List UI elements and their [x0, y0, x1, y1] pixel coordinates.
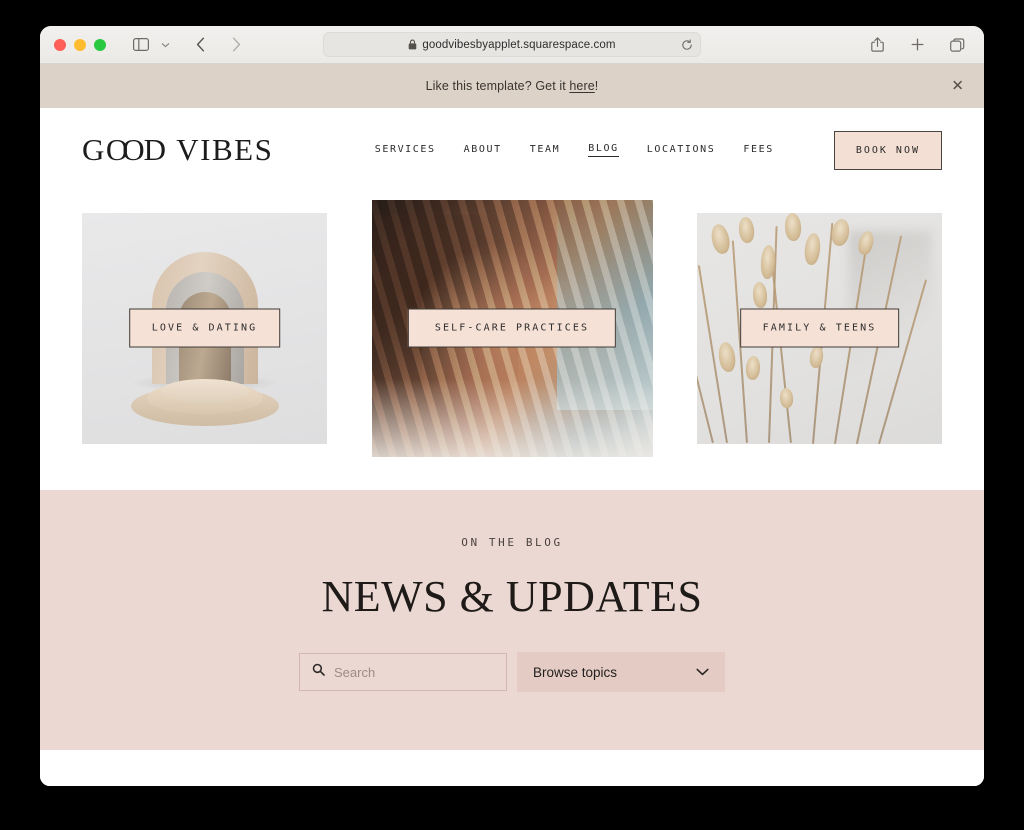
- grass-plume: [779, 387, 795, 409]
- podium-tier-3: [160, 378, 249, 403]
- desktop-backdrop: goodvibesbyapplet.squarespace.com Like t…: [0, 0, 1024, 830]
- category-card-love-dating[interactable]: LOVE & DATING: [82, 212, 327, 444]
- grass-plume: [708, 222, 732, 256]
- search-placeholder: Search: [334, 664, 376, 680]
- tabs-overview-icon[interactable]: [944, 33, 970, 57]
- grass-plume: [808, 345, 825, 370]
- close-icon[interactable]: ✕: [951, 79, 964, 94]
- promo-text-before: Like this template? Get it: [425, 79, 570, 93]
- address-bar[interactable]: goodvibesbyapplet.squarespace.com: [323, 32, 701, 57]
- forward-button[interactable]: [223, 33, 249, 57]
- book-now-button[interactable]: BOOK NOW: [833, 130, 942, 170]
- new-tab-icon[interactable]: [904, 33, 930, 57]
- site-header: GOO D VIBES SERVICES ABOUT TEAM BLOG LOCA…: [40, 108, 984, 192]
- grass-plume: [752, 281, 769, 309]
- category-label-family-teens[interactable]: FAMILY & TEENS: [739, 308, 900, 348]
- page-viewport: Like this template? Get it here! ✕ GOO D …: [40, 64, 984, 786]
- blog-section: ON THE BLOG NEWS & UPDATES Search Browse…: [40, 490, 984, 750]
- close-window-button[interactable]: [54, 38, 66, 51]
- site-navigation: SERVICES ABOUT TEAM BLOG LOCATIONS FEES …: [375, 130, 942, 170]
- promo-here-link[interactable]: here: [569, 79, 594, 93]
- grass-plume: [784, 212, 802, 241]
- blog-eyebrow: ON THE BLOG: [461, 536, 563, 549]
- browse-topics-label: Browse topics: [533, 664, 618, 680]
- promo-banner-text: Like this template? Get it here!: [426, 79, 599, 93]
- blog-filters: Search Browse topics: [40, 652, 984, 692]
- category-card-self-care[interactable]: SELF-CARE PRACTICES: [371, 199, 653, 457]
- category-label-self-care[interactable]: SELF-CARE PRACTICES: [407, 308, 617, 348]
- browse-topics-dropdown[interactable]: Browse topics: [517, 652, 725, 692]
- nav-item-services[interactable]: SERVICES: [375, 144, 436, 157]
- template-promo-banner: Like this template? Get it here! ✕: [40, 64, 984, 108]
- nav-item-locations[interactable]: LOCATIONS: [647, 144, 716, 157]
- search-icon: [312, 663, 325, 681]
- grass-plume: [803, 232, 822, 266]
- address-bar-container: goodvibesbyapplet.squarespace.com: [323, 32, 701, 57]
- lock-icon: [408, 39, 417, 50]
- back-button[interactable]: [187, 33, 213, 57]
- grass-plume: [737, 216, 755, 244]
- nav-item-team[interactable]: TEAM: [530, 144, 560, 157]
- minimize-window-button[interactable]: [74, 38, 86, 51]
- grass-stem: [770, 255, 793, 444]
- logo-part-2: D VIBES: [143, 132, 274, 167]
- sidebar-controls: [128, 33, 173, 57]
- category-card-family-teens[interactable]: FAMILY & TEENS: [697, 212, 942, 444]
- promo-text-after: !: [594, 79, 599, 93]
- site-logo[interactable]: GOO D VIBES: [82, 132, 273, 168]
- hands-foreground-highlight: [371, 379, 653, 457]
- sidebar-chevron-down-icon[interactable]: [157, 33, 173, 57]
- search-input[interactable]: Search: [299, 653, 507, 691]
- safari-browser-window: goodvibesbyapplet.squarespace.com Like t…: [40, 26, 984, 786]
- logo-part-1: G: [82, 132, 106, 167]
- grass-stem: [697, 304, 714, 444]
- grass-plume: [745, 355, 761, 381]
- browser-titlebar: goodvibesbyapplet.squarespace.com: [40, 26, 984, 64]
- blog-page-title: NEWS & UPDATES: [321, 572, 703, 621]
- nav-item-fees[interactable]: FEES: [743, 144, 773, 157]
- share-icon[interactable]: [864, 33, 890, 57]
- logo-double-o: OO: [105, 132, 145, 167]
- category-label-love-dating[interactable]: LOVE & DATING: [128, 308, 281, 348]
- url-text: goodvibesbyapplet.squarespace.com: [422, 38, 616, 51]
- reload-icon[interactable]: [681, 38, 693, 51]
- nav-item-blog[interactable]: BLOG: [588, 143, 619, 157]
- chevron-down-icon: [696, 663, 709, 681]
- browser-nav-buttons: [187, 33, 249, 57]
- sidebar-icon[interactable]: [128, 33, 154, 57]
- window-traffic-lights: [54, 38, 106, 51]
- blog-posts-strip: [40, 750, 984, 786]
- maximize-window-button[interactable]: [94, 38, 106, 51]
- category-grid: LOVE & DATING SELF-CARE PRACTICES FAMILY…: [40, 192, 984, 490]
- grass-plume: [717, 340, 738, 373]
- browser-toolbar-right: [864, 33, 970, 57]
- nav-item-about[interactable]: ABOUT: [464, 144, 502, 157]
